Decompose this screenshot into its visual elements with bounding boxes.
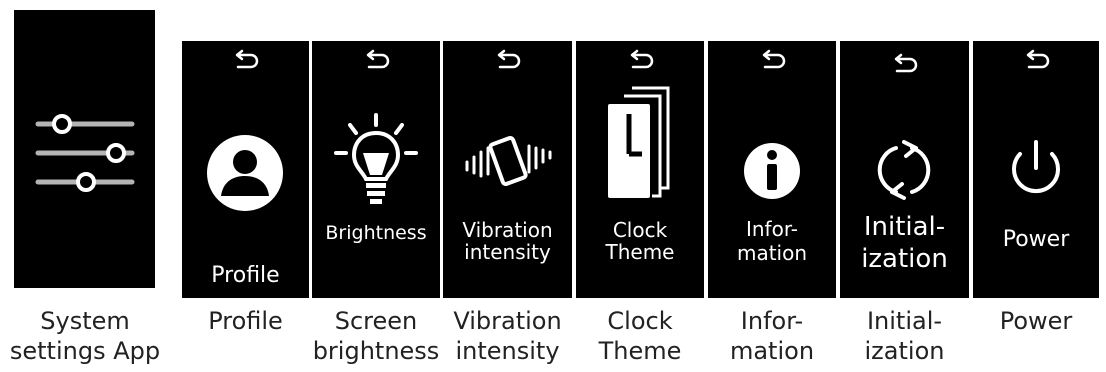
clock-cards-icon	[608, 86, 670, 198]
vibrating-phone-icon	[465, 136, 552, 186]
screen-vibration-intensity: Vibration intensity	[443, 41, 572, 298]
info-icon	[744, 143, 800, 199]
sliders-icon	[35, 114, 135, 192]
caption-line: brightness	[312, 337, 440, 365]
screen-label-line: Profile	[211, 263, 280, 288]
back-arrow-icon[interactable]	[182, 49, 309, 71]
caption-line: Initial-	[866, 307, 943, 335]
screen-label: Vibration intensity	[443, 219, 572, 263]
caption-power: Power	[973, 306, 1099, 336]
caption-line: Power	[999, 307, 1073, 335]
back-arrow-icon[interactable]	[312, 49, 440, 71]
screen-label-line: Clock	[612, 218, 668, 242]
caption-line: Theme	[598, 337, 682, 365]
caption-profile: Profile	[182, 306, 309, 336]
caption-line: settings App	[9, 337, 161, 365]
screen-label-line: Initial-	[863, 212, 946, 242]
screen-label-line: mation	[736, 241, 808, 265]
screen-label-line: Power	[1002, 227, 1070, 252]
screen-label-line: intensity	[464, 240, 551, 264]
screen-label-line: ization	[861, 244, 948, 274]
caption-clock-theme: Clock Theme	[576, 306, 704, 366]
refresh-icon	[877, 140, 931, 200]
caption-line: Vibration	[453, 307, 562, 335]
back-arrow-icon[interactable]	[708, 49, 836, 71]
caption-information: Infor- mation	[708, 306, 836, 366]
back-arrow-icon[interactable]	[973, 49, 1099, 71]
person-icon	[207, 135, 283, 211]
power-icon	[1012, 140, 1060, 194]
caption-line: Screen	[334, 307, 418, 335]
caption-line: mation	[729, 337, 815, 365]
screen-brightness: Brightness	[312, 41, 440, 298]
back-arrow-icon[interactable]	[840, 53, 969, 75]
screen-power: Power	[973, 41, 1099, 298]
screen-initialization: Initial- ization	[840, 41, 969, 298]
screen-label: Power	[973, 227, 1099, 253]
screen-label: Brightness	[312, 221, 440, 245]
screen-label-line: Theme	[605, 240, 675, 264]
caption-line: System	[40, 307, 130, 335]
system-settings-app-tile[interactable]	[14, 10, 155, 288]
caption-line: Clock	[607, 307, 673, 335]
screen-label: Infor- mation	[708, 217, 836, 265]
back-arrow-icon[interactable]	[576, 49, 704, 71]
screen-label-line: Brightness	[325, 222, 427, 244]
caption-line: Infor-	[740, 307, 804, 335]
screen-label-line: Vibration	[462, 218, 553, 242]
screen-profile: Profile	[182, 41, 309, 298]
caption-line: Profile	[208, 307, 283, 335]
caption-line: intensity	[455, 337, 560, 365]
screen-label: Profile	[182, 263, 309, 289]
screen-label: Initial- ization	[840, 211, 969, 275]
screen-label: Clock Theme	[576, 219, 704, 263]
caption-system-settings-app: System settings App	[0, 306, 170, 366]
caption-vibration-intensity: Vibration intensity	[443, 306, 572, 366]
caption-initialization: Initial- ization	[840, 306, 969, 366]
screen-information: Infor- mation	[708, 41, 836, 298]
screen-label-line: Infor-	[745, 217, 798, 241]
caption-line: ization	[864, 337, 945, 365]
back-arrow-icon[interactable]	[443, 49, 572, 71]
screen-clock-theme: Clock Theme	[576, 41, 704, 298]
caption-screen-brightness: Screen brightness	[306, 306, 446, 366]
lightbulb-icon	[334, 113, 418, 204]
